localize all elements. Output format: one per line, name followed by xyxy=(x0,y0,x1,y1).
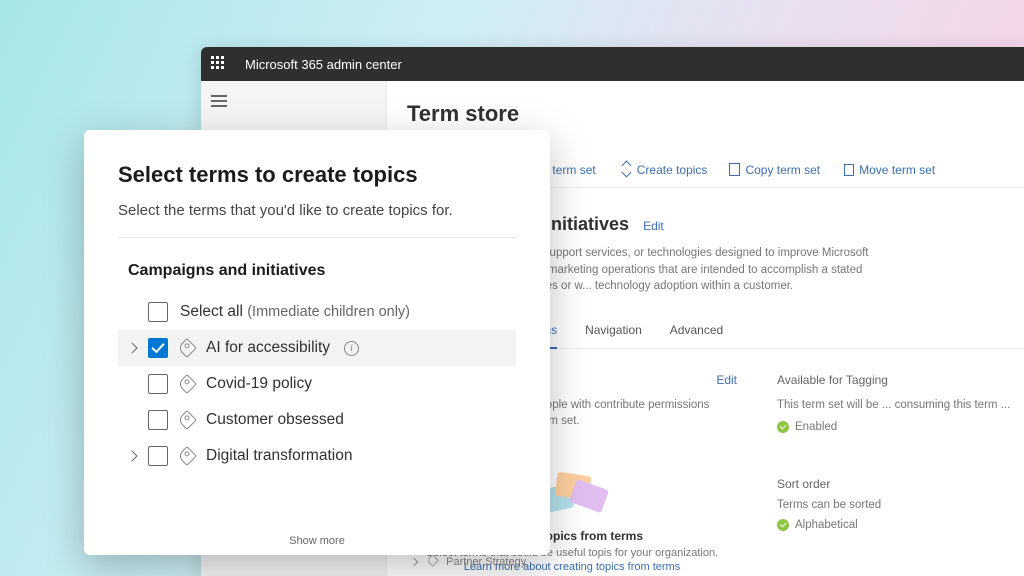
term-row[interactable]: AI for accessibility i xyxy=(118,330,516,366)
app-launcher-icon[interactable] xyxy=(211,56,227,72)
term-label: Customer obsessed xyxy=(206,411,344,429)
tag-icon xyxy=(177,338,197,358)
tag-icon xyxy=(177,446,197,466)
edit-termset-link[interactable]: Edit xyxy=(643,219,664,233)
chevron-right-icon xyxy=(410,558,418,566)
app-name: Microsoft 365 admin center xyxy=(245,57,402,72)
select-all-checkbox[interactable] xyxy=(148,302,168,322)
tagging-enabled-row: Enabled xyxy=(777,419,1010,435)
page-title: Term store xyxy=(407,101,1024,127)
term-label: AI for accessibility xyxy=(206,339,330,357)
move-icon xyxy=(844,164,854,176)
sort-order-text: Terms can be sorted xyxy=(777,499,1010,511)
show-more-button[interactable]: Show more xyxy=(84,535,550,547)
term-checkbox[interactable] xyxy=(148,338,168,358)
sort-order-panel: Sort order Terms can be sorted Alphabeti… xyxy=(777,477,1010,533)
term-label: Digital transformation xyxy=(206,447,352,465)
term-row[interactable]: Covid-19 policy xyxy=(118,366,516,402)
title-bar: Microsoft 365 admin center xyxy=(201,47,1024,81)
select-terms-dialog: Select terms to create topics Select the… xyxy=(84,130,550,555)
chevron-right-icon[interactable] xyxy=(126,342,137,353)
select-all-row[interactable]: Select all (Immediate children only) xyxy=(118,294,516,330)
term-row[interactable]: Customer obsessed xyxy=(118,402,516,438)
tab-navigation[interactable]: Navigation xyxy=(585,317,642,348)
tagging-title: Available for Tagging xyxy=(777,373,888,387)
term-checkbox[interactable] xyxy=(148,446,168,466)
sort-order-mode-row: Alphabetical xyxy=(777,517,1010,533)
chevron-right-icon[interactable] xyxy=(126,450,137,461)
copy-icon xyxy=(731,165,740,176)
term-list: Select all (Immediate children only) AI … xyxy=(118,294,516,474)
term-checkbox[interactable] xyxy=(148,374,168,394)
move-term-set-button[interactable]: Move term set xyxy=(844,163,935,177)
sort-order-title: Sort order xyxy=(777,477,1010,491)
create-topics-icon xyxy=(620,164,632,176)
tag-icon xyxy=(177,410,197,430)
tag-icon xyxy=(426,554,439,567)
breadcrumb-row: Partner Strategy xyxy=(411,556,526,568)
tagging-panel: Available for Tagging This term set will… xyxy=(777,373,1010,573)
copy-term-set-button[interactable]: Copy term set xyxy=(731,163,820,177)
tag-icon xyxy=(177,374,197,394)
dialog-title: Select terms to create topics xyxy=(118,162,516,188)
edit-policy-link[interactable]: Edit xyxy=(716,373,737,387)
dialog-subtitle: Select the terms that you'd like to crea… xyxy=(118,202,516,238)
term-checkbox[interactable] xyxy=(148,410,168,430)
check-circle-icon xyxy=(777,421,789,433)
tagging-text: This term set will be ... consuming this… xyxy=(777,397,1010,413)
term-label: Covid-19 policy xyxy=(206,375,312,393)
tab-advanced[interactable]: Advanced xyxy=(670,317,723,348)
term-group-label: Campaigns and initiatives xyxy=(128,262,516,280)
breadcrumb-item[interactable]: Partner Strategy xyxy=(446,556,526,568)
term-row[interactable]: Digital transformation xyxy=(118,438,516,474)
check-circle-icon xyxy=(777,519,789,531)
info-icon[interactable]: i xyxy=(344,341,359,356)
menu-toggle-icon[interactable] xyxy=(211,95,227,107)
select-all-label: Select all (Immediate children only) xyxy=(180,303,410,321)
create-topics-button[interactable]: Create topics xyxy=(620,163,708,177)
